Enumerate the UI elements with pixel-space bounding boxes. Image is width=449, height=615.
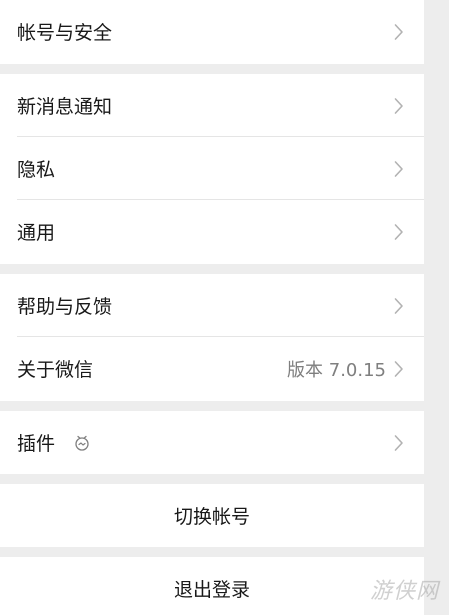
general-label: 通用 [17,222,56,244]
settings-group-help: 帮助与反馈 关于微信 版本 7.0.15 [0,274,424,401]
chevron-right-icon [394,97,403,114]
privacy-row[interactable]: 隐私 [0,137,424,200]
logout-label: 退出登录 [173,579,250,601]
account-security-label: 帐号与安全 [17,22,113,44]
switch-account-button[interactable]: 切换帐号 [0,484,424,547]
settings-group-plugins: 插件 [0,411,424,474]
help-feedback-label: 帮助与反馈 [17,296,113,318]
chevron-right-icon [394,297,403,314]
switch-account-panel: 切换帐号 [0,484,424,547]
logout-panel: 退出登录 [0,557,424,615]
switch-account-label: 切换帐号 [173,506,250,528]
notifications-row[interactable]: 新消息通知 [0,74,424,137]
chevron-right-icon [394,360,403,377]
chevron-right-icon [394,434,403,451]
general-row[interactable]: 通用 [0,200,424,263]
settings-page: 帐号与安全 新消息通知 隐私 通用 帮助与反馈 关于微信 版本 7.0.15 插… [0,0,449,615]
notifications-label: 新消息通知 [17,96,113,118]
plugins-row[interactable]: 插件 [0,411,424,474]
chevron-right-icon [394,223,403,240]
watermark-logo: 游侠网 [369,579,439,604]
about-row[interactable]: 关于微信 版本 7.0.15 [0,337,424,400]
account-security-row[interactable]: 帐号与安全 [0,0,424,63]
chevron-right-icon [394,23,403,40]
plugins-label: 插件 [17,433,56,455]
chevron-right-icon [394,160,403,177]
plugin-icon [75,435,89,451]
help-feedback-row[interactable]: 帮助与反馈 [0,274,424,337]
settings-group-account: 帐号与安全 [0,0,424,64]
privacy-label: 隐私 [17,159,56,181]
settings-group-general: 新消息通知 隐私 通用 [0,74,424,264]
about-label: 关于微信 [17,359,94,381]
logout-button[interactable]: 退出登录 [0,557,424,615]
version-text: 版本 7.0.15 [287,359,386,381]
